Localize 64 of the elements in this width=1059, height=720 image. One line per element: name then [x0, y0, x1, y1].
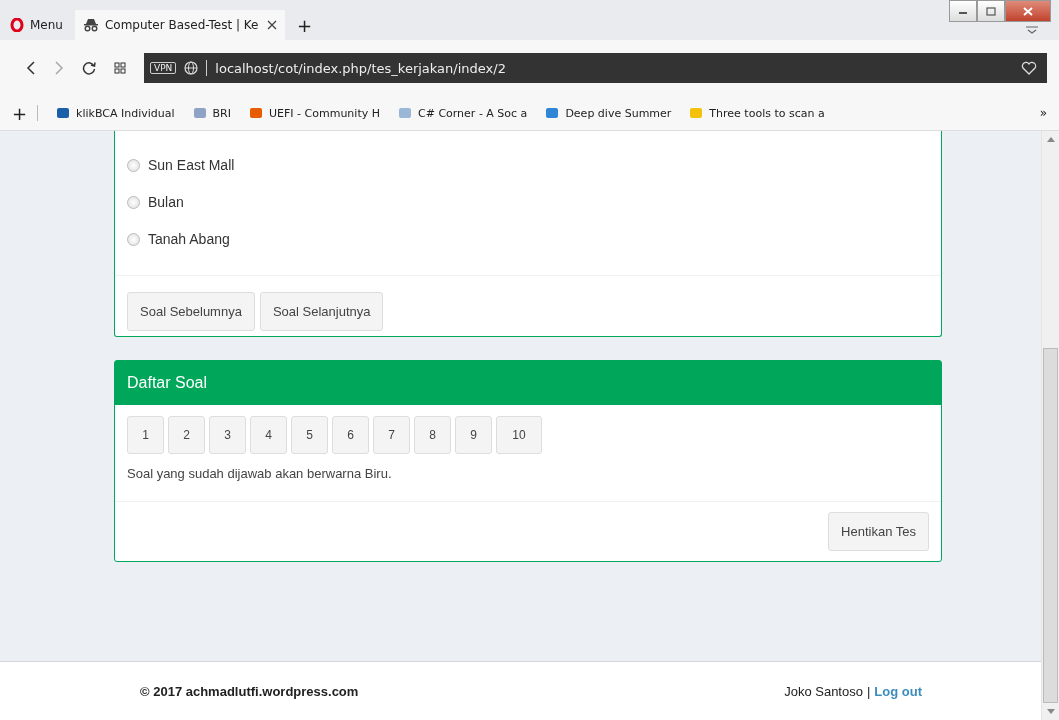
question-number-button[interactable]: 1: [127, 416, 164, 454]
bookmark-item[interactable]: Deep dive Summer: [545, 106, 672, 120]
back-icon[interactable]: [26, 61, 36, 75]
heart-icon[interactable]: [1021, 61, 1037, 75]
close-button[interactable]: [1005, 0, 1051, 22]
more-bookmarks-button[interactable]: »: [1039, 106, 1047, 120]
close-icon[interactable]: [266, 20, 277, 30]
incognito-icon: [82, 18, 99, 32]
vpn-badge[interactable]: VPN: [150, 62, 177, 74]
user-name: Joko Santoso: [784, 683, 863, 699]
browser-tab[interactable]: Computer Based-Test | Ke: [74, 10, 285, 40]
scroll-down-icon[interactable]: [1046, 709, 1055, 714]
bookmark-favicon-icon: [56, 107, 71, 119]
question-number-button[interactable]: 7: [373, 416, 410, 454]
bookmark-favicon-icon: [545, 107, 560, 119]
globe-icon: [184, 61, 199, 75]
radio-button[interactable]: [127, 232, 140, 246]
radio-button[interactable]: [127, 195, 140, 209]
menu-button[interactable]: Menu: [10, 10, 69, 40]
question-number-button[interactable]: 9: [455, 416, 492, 454]
maximize-icon: [986, 6, 996, 16]
bookmark-favicon-icon: [689, 107, 704, 119]
forward-icon[interactable]: [54, 61, 64, 75]
hint-text: Soal yang sudah dijawab akan berwarna Biru.: [127, 466, 393, 481]
reload-icon[interactable]: [82, 61, 96, 75]
scroll-thumb[interactable]: [1043, 348, 1058, 703]
question-number-button[interactable]: 2: [168, 416, 205, 454]
scrollbar[interactable]: [1041, 131, 1059, 720]
question-number-button[interactable]: 3: [209, 416, 246, 454]
add-bookmark-button[interactable]: +: [12, 102, 28, 124]
question-number-button[interactable]: 5: [291, 416, 328, 454]
bookmark-favicon-icon: [192, 107, 207, 119]
stop-test-button[interactable]: Hentikan Tes: [828, 512, 929, 551]
scroll-up-icon[interactable]: [1046, 137, 1055, 142]
maximize-button[interactable]: [977, 0, 1005, 22]
bookmark-item[interactable]: klikBCA Individual: [56, 106, 175, 120]
bookmark-item[interactable]: UEFI - Community H: [249, 106, 380, 120]
address-bar[interactable]: VPN localhost/cot/index.php/tes_kerjakan/index/2: [144, 53, 1047, 83]
bookmark-favicon-icon: [398, 107, 412, 119]
new-tab-button[interactable]: +: [290, 10, 319, 40]
option-label: Sun East Mall: [148, 157, 235, 173]
url-text: localhost/cot/index.php/tes_kerjakan/index/2: [215, 60, 506, 76]
o-logo-icon: [10, 18, 24, 32]
option-label: Bulan: [148, 194, 184, 210]
option-label: Tanah Abang: [148, 231, 230, 247]
bookmark-item[interactable]: Three tools to scan a: [689, 106, 825, 120]
nav-button[interactable]: Soal Sebelumnya: [127, 292, 255, 331]
question-number-button[interactable]: 8: [414, 416, 451, 454]
bookmark-item[interactable]: BRI: [192, 106, 231, 120]
tab-title: Computer Based-Test | Ke: [104, 18, 260, 32]
copyright-text: © 2017 achmadlutfi.wordpress.com: [140, 683, 359, 699]
bookmark-item[interactable]: C# Corner - A Soc a: [398, 106, 528, 120]
question-number-button[interactable]: 4: [250, 416, 287, 454]
question-number-button[interactable]: 10: [496, 416, 542, 454]
bookmark-favicon-icon: [249, 107, 263, 119]
separator-text: |: [866, 683, 871, 699]
question-number-button[interactable]: 6: [332, 416, 369, 454]
close-icon: [1023, 6, 1033, 16]
radio-button[interactable]: [127, 158, 140, 172]
card-header: Daftar Soal: [115, 361, 941, 405]
nav-button[interactable]: Soal Selanjutnya: [259, 292, 384, 331]
minimize-button[interactable]: [949, 0, 977, 22]
logout-link[interactable]: Log out: [874, 683, 922, 699]
grid-icon[interactable]: [114, 62, 126, 74]
